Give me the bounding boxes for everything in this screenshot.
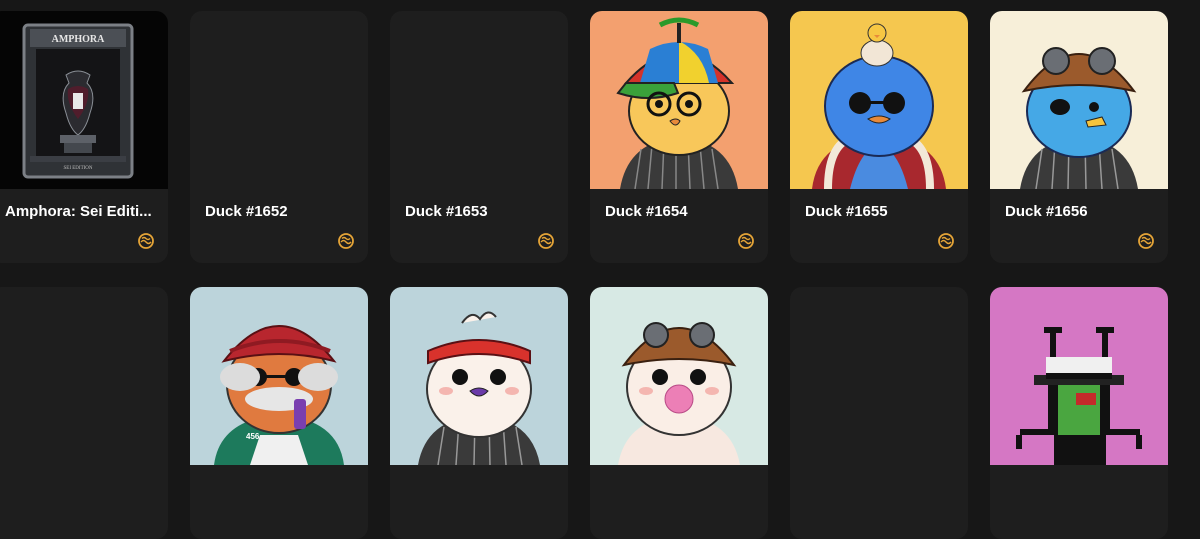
nft-image-placeholder xyxy=(790,287,968,465)
nft-image-placeholder xyxy=(190,11,368,189)
nft-title: Duck #1654 xyxy=(605,203,688,220)
nft-image-duck-propeller-cap xyxy=(590,11,768,189)
nft-image-duck-turban-beard: 456 xyxy=(190,287,368,465)
nft-title: Duck #1652 xyxy=(205,203,288,220)
nft-card-duck-1654[interactable]: Duck #1654 xyxy=(590,11,768,263)
nft-title: Duck #1656 xyxy=(1005,203,1088,220)
nft-image-placeholder xyxy=(390,11,568,189)
nft-image-amphora: AMPHORA SEI EDITION xyxy=(0,11,168,189)
nft-card-duck-1655[interactable]: Duck #1655 xyxy=(790,11,968,263)
nft-title: Amphora: Sei Editi... xyxy=(5,203,152,220)
sei-icon xyxy=(738,233,754,249)
nft-card-duck-bubblegum[interactable] xyxy=(590,287,768,539)
sei-icon xyxy=(338,233,354,249)
nft-card-pixel-ant[interactable] xyxy=(990,287,1168,539)
nft-image-duck-aviator-eyepatch xyxy=(990,11,1168,189)
nft-image-duck-aviator-bubblegum xyxy=(590,287,768,465)
nft-image-pixel-ant-hat xyxy=(990,287,1168,465)
nft-card-placeholder[interactable] xyxy=(0,287,168,539)
nft-image-placeholder xyxy=(0,287,168,465)
amphora-badge-subtext: SEI EDITION xyxy=(63,166,92,171)
nft-card-duck-bandana[interactable] xyxy=(390,287,568,539)
sei-icon xyxy=(538,233,554,249)
sei-icon xyxy=(938,233,954,249)
nft-title: Duck #1653 xyxy=(405,203,488,220)
nft-card-duck-1656[interactable]: Duck #1656 xyxy=(990,11,1168,263)
sei-icon xyxy=(138,233,154,249)
jersey-number: 456 xyxy=(246,432,260,441)
nft-card-duck-1653[interactable]: Duck #1653 xyxy=(390,11,568,263)
sei-icon xyxy=(1138,233,1154,249)
nft-title: Duck #1655 xyxy=(805,203,888,220)
amphora-badge-text: AMPHORA xyxy=(52,34,106,45)
nft-card-placeholder[interactable] xyxy=(790,287,968,539)
nft-card-duck-turban[interactable]: 456 xyxy=(190,287,368,539)
nft-card-amphora[interactable]: AMPHORA SEI EDITION Amphora: Sei Editi..… xyxy=(0,11,168,263)
nft-image-duck-blue-chick-hat xyxy=(790,11,968,189)
nft-image-duck-bandana xyxy=(390,287,568,465)
nft-card-duck-1652[interactable]: Duck #1652 xyxy=(190,11,368,263)
